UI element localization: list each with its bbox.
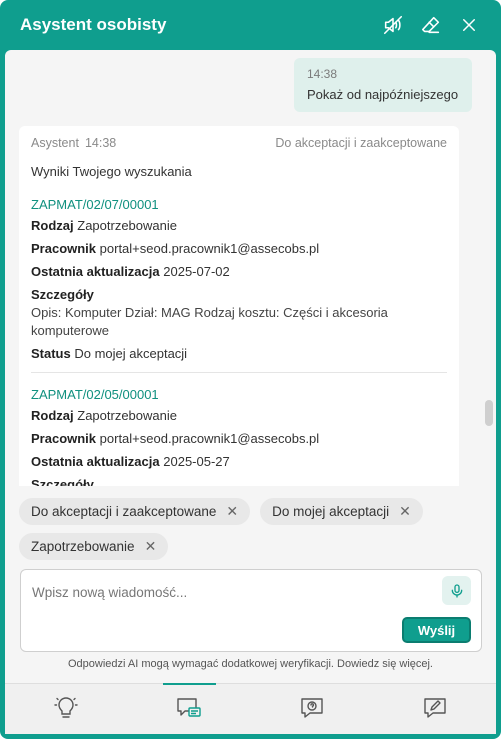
assistant-panel: Asystent osobisty 14:38 Pokaż od najpóźn…	[0, 0, 501, 739]
result-item: ZAPMAT/02/07/00001 Rodzaj Zapotrzebowani…	[31, 197, 447, 363]
filter-chip: Zapotrzebowanie ✕	[19, 533, 169, 560]
result-employee-label: Pracownik	[31, 431, 97, 446]
result-type-label: Rodzaj	[31, 218, 74, 233]
result-details-row: Szczegóły	[31, 286, 447, 304]
assistant-message: Asystent 14:38 Do akceptacji i zaakcepto…	[19, 126, 459, 486]
filter-chip: Do akceptacji i zaakceptowane ✕	[19, 498, 251, 525]
filter-chip-label: Zapotrzebowanie	[31, 539, 135, 554]
chat-icon	[175, 695, 203, 724]
result-type-row: Rodzaj Zapotrzebowanie	[31, 407, 447, 425]
result-updated-label: Ostatnia aktualizacja	[31, 454, 160, 469]
message-input[interactable]	[32, 582, 432, 602]
assistant-intro: Wyniki Twojego wyszukania	[31, 164, 192, 179]
result-employee-value: portal+seod.pracownik1@assecobs.pl	[99, 431, 320, 446]
result-type-value: Zapotrzebowanie	[77, 218, 177, 233]
filter-chip: Do mojej akceptacji ✕	[260, 498, 423, 525]
help-chat-icon	[298, 695, 326, 724]
send-button[interactable]: Wyślij	[402, 617, 471, 643]
result-type-label: Rodzaj	[31, 408, 74, 423]
chat-scrollbar[interactable]	[485, 400, 493, 426]
bottom-nav	[5, 683, 496, 734]
mute-icon[interactable]	[381, 13, 405, 37]
edit-chat-icon	[421, 695, 449, 724]
conversation-area[interactable]: 14:38 Pokaż od najpóźniejszego Asystent …	[5, 50, 496, 486]
assistant-filter-tag: Do akceptacji i zaakceptowane	[275, 136, 447, 150]
assistant-body: 14:38 Pokaż od najpóźniejszego Asystent …	[5, 50, 496, 734]
result-updated-value: 2025-05-27	[163, 454, 230, 469]
filter-chip-label: Do akceptacji i zaakceptowane	[31, 504, 217, 519]
result-updated-label: Ostatnia aktualizacja	[31, 264, 160, 279]
panel-title: Asystent osobisty	[20, 15, 167, 34]
filter-chips: Do akceptacji i zaakceptowane ✕ Do mojej…	[19, 498, 489, 568]
user-message-text: Pokaż od najpóźniejszego	[307, 87, 459, 102]
result-id-link[interactable]: ZAPMAT/02/05/00001	[31, 387, 447, 402]
nav-edit[interactable]	[373, 684, 496, 734]
lightbulb-icon	[53, 695, 79, 724]
result-employee-row: Pracownik portal+seod.pracownik1@assecob…	[31, 430, 447, 448]
panel-header: Asystent osobisty	[0, 0, 501, 50]
filter-chip-label: Do mojej akceptacji	[272, 504, 390, 519]
remove-chip-icon[interactable]: ✕	[399, 503, 411, 520]
result-details-label: Szczegóły	[31, 287, 94, 302]
microphone-icon[interactable]	[442, 576, 471, 605]
result-details-label: Szczegóły	[31, 477, 94, 486]
result-id-link[interactable]: ZAPMAT/02/07/00001	[31, 197, 447, 212]
result-status-label: Status	[31, 346, 71, 361]
remove-chip-icon[interactable]: ✕	[145, 538, 157, 555]
nav-suggestions[interactable]	[5, 684, 128, 734]
nav-chat[interactable]	[128, 683, 251, 734]
result-employee-value: portal+seod.pracownik1@assecobs.pl	[99, 241, 320, 256]
user-message-time: 14:38	[307, 67, 338, 81]
ai-disclaimer: Odpowiedzi AI mogą wymagać dodatkowej we…	[68, 658, 433, 670]
result-item: ZAPMAT/02/05/00001 Rodzaj Zapotrzebowani…	[31, 372, 447, 486]
eraser-icon[interactable]	[419, 13, 443, 37]
assistant-author: Asystent	[31, 136, 79, 150]
result-details-row: Szczegóły	[31, 476, 447, 486]
result-details-value: Opis: Komputer Dział: MAG Rodzaj kosztu:…	[31, 305, 388, 338]
message-composer: Wyślij	[20, 569, 482, 652]
result-status-row: Status Do mojej akceptacji	[31, 345, 447, 363]
nav-help[interactable]	[251, 684, 374, 734]
result-type-row: Rodzaj Zapotrzebowanie	[31, 217, 447, 235]
result-employee-label: Pracownik	[31, 241, 97, 256]
assistant-time: 14:38	[84, 136, 117, 150]
result-status-value: Do mojej akceptacji	[74, 346, 188, 361]
result-updated-row: Ostatnia aktualizacja 2025-07-02	[31, 263, 447, 281]
remove-chip-icon[interactable]: ✕	[226, 503, 238, 520]
assistant-message-header: Asystent 14:38 Do akceptacji i zaakcepto…	[31, 136, 447, 150]
close-icon[interactable]	[457, 13, 481, 37]
result-updated-value: 2025-07-02	[163, 264, 230, 279]
result-type-value: Zapotrzebowanie	[77, 408, 177, 423]
result-employee-row: Pracownik portal+seod.pracownik1@assecob…	[31, 240, 447, 258]
result-updated-row: Ostatnia aktualizacja 2025-05-27	[31, 453, 447, 471]
user-message: 14:38 Pokaż od najpóźniejszego	[294, 58, 472, 112]
